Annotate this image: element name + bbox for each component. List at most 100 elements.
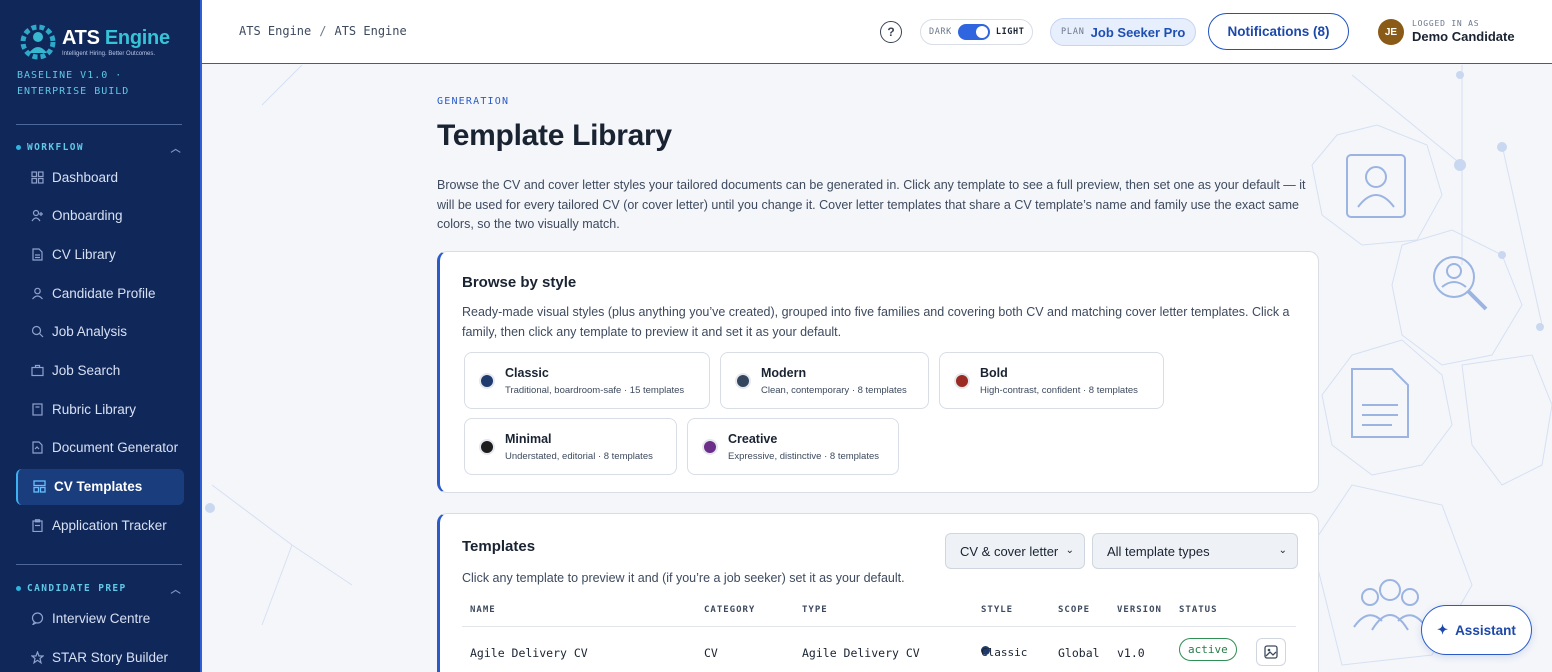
color-swatch-icon <box>479 438 495 455</box>
cell-category: CV <box>704 646 718 660</box>
sidebar-item-star-story-builder[interactable]: STAR Story Builder <box>16 639 184 672</box>
sidebar-item-label: Candidate Profile <box>52 285 156 301</box>
section-dot-icon <box>16 586 21 591</box>
page-eyebrow: GENERATION <box>437 96 510 107</box>
sidebar-item-rubric-library[interactable]: Rubric Library <box>16 391 184 427</box>
clipboard-icon <box>30 518 44 532</box>
sidebar-item-label: Onboarding <box>52 208 123 224</box>
style-family-name: Classic <box>505 365 549 380</box>
color-swatch-icon <box>954 372 970 389</box>
sidebar-item-dashboard[interactable]: Dashboard <box>16 159 184 195</box>
status-badge: active <box>1179 638 1237 661</box>
style-family-creative[interactable]: Creative Expressive, distinctive · 8 temp… <box>687 418 899 475</box>
style-family-name: Modern <box>761 365 807 380</box>
sidebar-item-cv-templates[interactable]: CV Templates <box>16 468 184 505</box>
table-header: NAME CATEGORY TYPE STYLE SCOPE VERSION S… <box>462 605 1296 627</box>
style-family-summary: Understated, editorial · 8 templates <box>505 450 653 462</box>
sidebar-divider <box>16 124 182 125</box>
sidebar-item-onboarding[interactable]: Onboarding <box>16 198 184 234</box>
template-type-select[interactable]: All template types ⌄ <box>1092 533 1298 569</box>
sidebar-item-job-search[interactable]: Job Search <box>16 353 184 389</box>
style-family-name: Minimal <box>505 431 552 446</box>
sidebar-item-job-analysis[interactable]: Job Analysis <box>16 314 184 350</box>
user-icon <box>30 286 44 300</box>
style-family-summary: High-contrast, confident · 8 templates <box>980 384 1138 396</box>
logo-gear-icon <box>18 22 58 62</box>
cell-type: Agile Delivery CV <box>802 646 920 660</box>
column-header[interactable]: SCOPE <box>1058 605 1090 615</box>
style-family-bold[interactable]: Bold High-contrast, confident · 8 templat… <box>939 352 1164 409</box>
color-swatch-icon <box>702 438 718 455</box>
style-family-summary: Expressive, distinctive · 8 templates <box>728 450 880 462</box>
section-candidate-prep[interactable]: CANDIDATE PREP ︿ <box>16 581 182 596</box>
column-header[interactable]: NAME <box>470 605 496 615</box>
document-type-select[interactable]: CV & cover letter ⌄ <box>945 533 1085 569</box>
user-plus-icon <box>30 209 44 223</box>
book-icon <box>30 402 44 416</box>
briefcase-icon <box>30 364 44 378</box>
layout-icon <box>32 480 46 494</box>
page-title: Template Library <box>437 119 672 152</box>
preview-image-button[interactable] <box>1256 638 1286 666</box>
color-swatch-icon <box>479 372 495 389</box>
star-icon <box>30 650 44 664</box>
assistant-button[interactable]: ✦ Assistant <box>1421 605 1532 655</box>
file-generate-icon <box>30 441 44 455</box>
table-row[interactable]: Agile Delivery CV CV Agile Delivery CV C… <box>462 638 1296 668</box>
sidebar-item-label: Document Generator <box>52 440 179 456</box>
notifications-button[interactable]: Notifications (8) <box>1208 13 1349 50</box>
sidebar-item-label: CV Library <box>52 246 116 262</box>
breadcrumb-item[interactable]: ATS Engine <box>239 24 311 38</box>
top-header: ATS Engine / ATS Engine ? DARK LIGHT PLAN … <box>202 0 1552 64</box>
style-family-modern[interactable]: Modern Clean, contemporary · 8 templates <box>720 352 929 409</box>
style-family-name: Bold <box>980 365 1008 380</box>
sidebar-item-interview-centre[interactable]: Interview Centre <box>16 600 184 636</box>
sidebar-item-cv-library[interactable]: CV Library <box>16 236 184 272</box>
theme-toggle[interactable]: DARK LIGHT <box>920 19 1034 45</box>
sparkle-icon: ✦ <box>1437 622 1449 637</box>
logo-tagline: Intelligent Hiring. Better Outcomes. <box>62 51 156 57</box>
main-content: GENERATION Template Library Browse the C… <box>437 96 1319 235</box>
sidebar-item-label: Job Search <box>52 363 121 378</box>
column-header[interactable]: STYLE <box>981 605 1013 615</box>
chevron-down-icon: ⌄ <box>1065 545 1074 556</box>
sidebar-item-label: Rubric Library <box>52 401 137 417</box>
style-family-name: Creative <box>728 431 778 446</box>
logo-title: ATS Engine <box>62 27 170 49</box>
chevron-up-icon: ︿ <box>170 585 182 596</box>
sidebar: ATS Engine Intelligent Hiring. Better Ou… <box>0 0 202 672</box>
sidebar-item-label: Job Analysis <box>52 324 128 340</box>
document-icon <box>30 247 44 261</box>
cell-name: Agile Delivery CV <box>470 646 588 660</box>
section-workflow[interactable]: WORKFLOW ︿ <box>16 140 182 155</box>
column-header[interactable]: TYPE <box>802 605 828 615</box>
column-header[interactable]: VERSION <box>1117 605 1162 615</box>
sidebar-item-label: Application Tracker <box>52 517 167 533</box>
cell-version: v1.0 <box>1117 646 1145 660</box>
plan-badge[interactable]: PLAN Job Seeker Pro <box>1050 18 1197 46</box>
toggle-switch[interactable] <box>957 24 990 40</box>
sidebar-item-application-tracker[interactable]: Application Tracker <box>16 507 184 543</box>
user-info[interactable]: LOGGED IN AS Demo Candidate <box>1412 19 1515 44</box>
search-icon <box>30 325 44 339</box>
sidebar-divider <box>16 564 182 565</box>
sidebar-item-candidate-profile[interactable]: Candidate Profile <box>16 275 184 311</box>
templates-card: Templates Click any template to preview … <box>437 513 1319 672</box>
column-header[interactable]: STATUS <box>1179 605 1218 615</box>
cell-scope: Global <box>1058 646 1100 660</box>
style-family-classic[interactable]: Classic Traditional, boardroom-safe · 15 … <box>464 352 710 409</box>
build-label: BASELINE V1.0 · ENTERPRISE BUILD <box>17 70 130 97</box>
help-icon[interactable]: ? <box>880 21 902 43</box>
page-intro: Browse the CV and cover letter styles yo… <box>437 178 1306 231</box>
sidebar-item-label: Dashboard <box>52 169 119 185</box>
style-family-minimal[interactable]: Minimal Understated, editorial · 8 templa… <box>464 418 677 475</box>
column-header[interactable]: CATEGORY <box>704 605 755 615</box>
sidebar-item-label: Interview Centre <box>52 610 151 626</box>
sidebar-item-label: STAR Story Builder <box>52 649 169 665</box>
chat-icon <box>30 611 44 625</box>
app-logo[interactable]: ATS Engine Intelligent Hiring. Better Ou… <box>18 22 170 62</box>
section-dot-icon <box>16 145 21 150</box>
avatar[interactable]: JE <box>1378 19 1404 45</box>
sidebar-item-document-generator[interactable]: Document Generator <box>16 430 184 466</box>
templates-title: Templates <box>462 538 536 555</box>
